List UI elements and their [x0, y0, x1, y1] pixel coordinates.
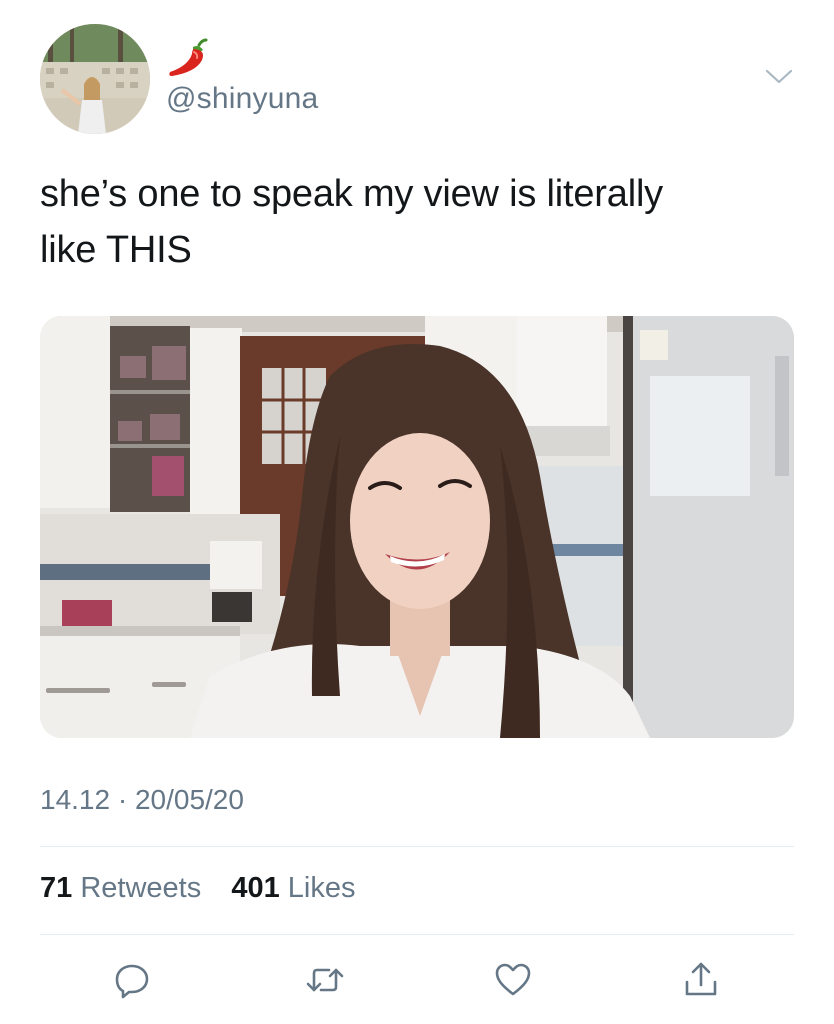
tweet-text-line: like THIS	[40, 229, 192, 271]
tweet-timestamp: 14.12 · 20/05/20	[40, 784, 244, 815]
tweet-media[interactable]	[40, 316, 794, 738]
retweet-icon	[306, 968, 344, 992]
reply-icon	[115, 964, 149, 999]
like-icon	[495, 963, 531, 996]
photo-image	[40, 316, 794, 738]
more-options-button[interactable]	[764, 66, 794, 86]
user-handle[interactable]: @shinyuna	[166, 82, 318, 116]
tweet-text: she’s one to speak my view is literally …	[40, 166, 800, 278]
retweet-button[interactable]	[305, 960, 345, 1000]
reply-button[interactable]	[112, 960, 152, 1000]
retweets-stat[interactable]: 71 Retweets	[40, 872, 209, 904]
like-button[interactable]	[493, 960, 533, 1000]
display-name	[166, 36, 212, 82]
divider	[40, 846, 794, 847]
chevron-down-icon	[765, 69, 793, 84]
hot-pepper-icon	[169, 38, 208, 76]
tweet-stats: 71 Retweets 401 Likes	[40, 872, 356, 905]
likes-stat[interactable]: 401 Likes	[231, 872, 355, 904]
likes-count: 401	[231, 872, 280, 904]
divider	[40, 934, 794, 935]
avatar[interactable]	[40, 24, 150, 134]
retweets-label: Retweets	[80, 872, 202, 904]
likes-label: Likes	[287, 872, 356, 904]
tweet-text-line: she’s one to speak my view is literally	[40, 173, 663, 215]
share-icon	[685, 962, 717, 996]
avatar-image	[40, 24, 150, 134]
share-button[interactable]	[681, 960, 721, 1000]
retweets-count: 71	[40, 872, 73, 904]
